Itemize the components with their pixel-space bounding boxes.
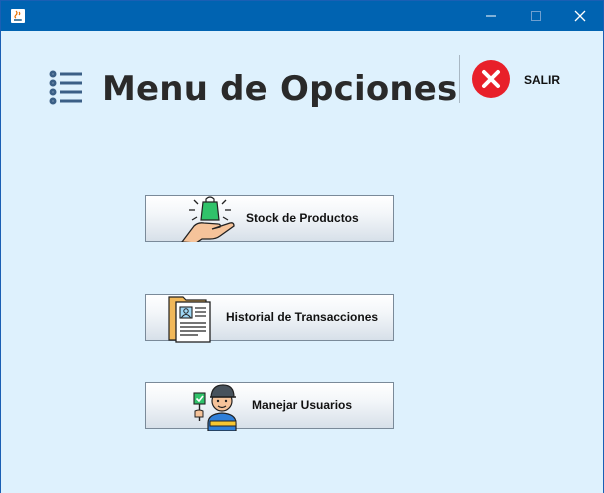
close-icon [574, 10, 586, 22]
historial-transacciones-label: Historial de Transacciones [226, 310, 379, 324]
close-circle-icon[interactable] [471, 59, 511, 99]
header-divider [459, 55, 460, 103]
maximize-icon [531, 11, 541, 21]
page-title: Menu de Opciones [102, 69, 458, 109]
manejar-usuarios-button[interactable]: Manejar Usuarios [145, 382, 394, 431]
maximize-button[interactable] [513, 1, 559, 31]
minimize-icon [486, 15, 496, 17]
main-panel: Menu de Opciones SALIR Stock de Producto… [1, 31, 603, 493]
manejar-usuarios-label: Manejar Usuarios [252, 398, 353, 412]
stock-productos-button[interactable]: Stock de Productos [145, 195, 394, 242]
close-window-button[interactable] [557, 1, 603, 31]
minimize-button[interactable] [468, 1, 514, 31]
salir-button[interactable]: SALIR [524, 73, 560, 87]
hand-shopping-bag-icon [181, 196, 235, 242]
user-check-icon [193, 384, 237, 431]
list-menu-icon [49, 70, 82, 105]
historial-transacciones-button[interactable]: Historial de Transacciones [145, 294, 394, 343]
document-folder-icon [168, 296, 211, 343]
java-app-icon [11, 9, 25, 23]
app-window: Menu de Opciones SALIR Stock de Producto… [0, 0, 604, 493]
title-bar[interactable] [1, 1, 603, 31]
stock-productos-label: Stock de Productos [246, 211, 359, 225]
